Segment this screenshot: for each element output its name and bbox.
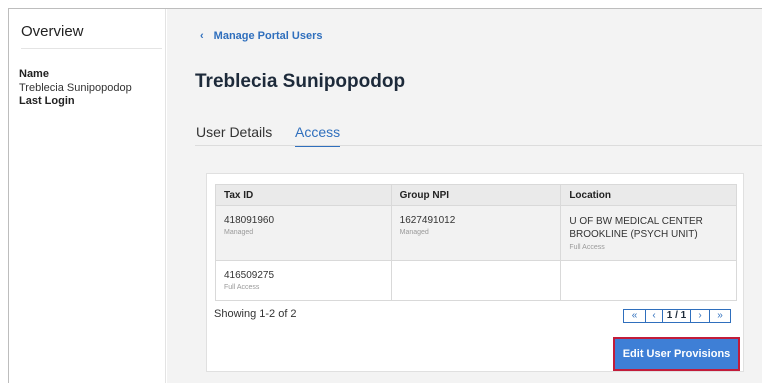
double-chevron-left-icon: « <box>631 310 638 321</box>
tab-divider <box>195 145 762 146</box>
tax-id-value: 416509275 <box>224 270 275 281</box>
group-npi-value: 1627491012 <box>399 215 456 226</box>
tax-id-status: Full Access <box>224 284 260 291</box>
table-row[interactable]: 416509275 Full Access <box>215 260 737 301</box>
tax-id-value: 418091960 <box>224 215 275 226</box>
tax-id-cell: 416509275 Full Access <box>215 260 392 301</box>
group-npi-cell <box>390 260 562 301</box>
pagination: « ‹ 1 / 1 › » <box>623 309 731 323</box>
next-page-button[interactable]: › <box>690 309 710 323</box>
tax-id-status: Managed <box>224 229 254 236</box>
location-line-1: U OF BW MEDICAL CENTER <box>569 216 703 227</box>
chevron-left-icon: ‹ <box>200 30 204 42</box>
tax-id-cell: 418091960 Managed <box>215 205 392 261</box>
showing-count: Showing 1-2 of 2 <box>214 308 297 320</box>
location-line-2: BROOKLINE (PSYCH UNIT) <box>569 229 698 240</box>
previous-page-button[interactable]: ‹ <box>645 309 663 323</box>
sidebar-overview-title: Overview <box>21 23 84 40</box>
access-table: Tax ID Group NPI Location 418091960 Mana… <box>215 184 737 301</box>
chevron-right-icon: › <box>698 310 702 321</box>
location-status: Full Access <box>569 244 605 251</box>
double-chevron-right-icon: » <box>717 310 723 321</box>
current-page-indicator: 1 / 1 <box>662 309 691 323</box>
tab-user-details[interactable]: User Details <box>196 124 272 140</box>
table-row[interactable]: 418091960 Managed 1627491012 Managed U O… <box>215 205 737 261</box>
edit-user-provisions-button[interactable]: Edit User Provisions <box>613 337 740 371</box>
location-cell: U OF BW MEDICAL CENTER BROOKLINE (PSYCH … <box>560 205 737 261</box>
page-title: Treblecia Sunipopodop <box>195 71 406 92</box>
chevron-left-icon: ‹ <box>652 310 656 321</box>
first-page-button[interactable]: « <box>623 309 646 323</box>
name-value: Treblecia Sunipopodop <box>19 82 132 94</box>
column-header-group-npi[interactable]: Group NPI <box>390 184 562 206</box>
name-label: Name <box>19 68 49 80</box>
location-cell <box>560 260 737 301</box>
column-header-location[interactable]: Location <box>560 184 737 206</box>
back-link-label: Manage Portal Users <box>213 30 323 42</box>
last-page-button[interactable]: » <box>709 309 731 323</box>
manage-portal-users-link[interactable]: ‹ Manage Portal Users <box>200 30 323 42</box>
table-header-row: Tax ID Group NPI Location <box>215 184 737 206</box>
last-login-label: Last Login <box>19 95 75 107</box>
column-header-tax-id[interactable]: Tax ID <box>215 184 392 206</box>
group-npi-cell: 1627491012 Managed <box>390 205 562 261</box>
access-card: Tax ID Group NPI Location 418091960 Mana… <box>206 173 744 372</box>
main-panel: ‹ Manage Portal Users Treblecia Sunipopod… <box>167 9 762 383</box>
sidebar: Overview Name Treblecia Sunipopodop Last… <box>9 9 166 383</box>
tab-access[interactable]: Access <box>295 124 341 147</box>
group-npi-status: Managed <box>399 229 429 236</box>
sidebar-divider <box>21 48 162 49</box>
